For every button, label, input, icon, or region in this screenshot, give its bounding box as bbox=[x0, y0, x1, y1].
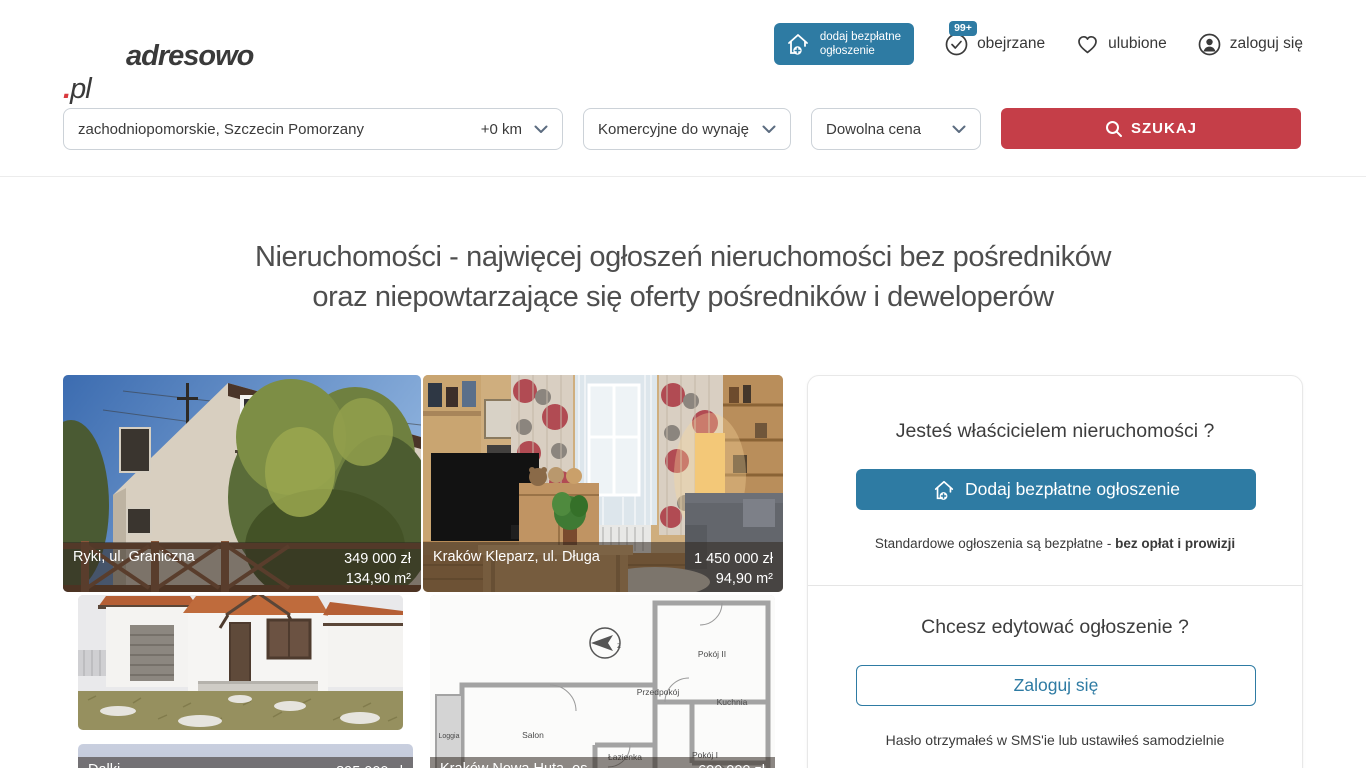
edit-note: Hasło otrzymałeś w SMS'ie lub ustawiłeś … bbox=[856, 732, 1254, 748]
login-button[interactable]: Zaloguj się bbox=[856, 665, 1256, 706]
owner-note-bold: bez opłat i prowizji bbox=[1115, 536, 1235, 551]
add-listing-label-line1: dodaj bezpłatne bbox=[820, 31, 901, 43]
add-free-listing-label: Dodaj bezpłatne ogłoszenie bbox=[965, 479, 1180, 500]
page-title-line1: Nieruchomości - najwięcej ogłoszeń nieru… bbox=[0, 237, 1366, 277]
listing-price: 1 450 000 zł bbox=[694, 551, 773, 567]
house-plus-icon bbox=[932, 478, 956, 502]
house-plus-icon bbox=[785, 31, 811, 57]
price-value: Dowolna cena bbox=[826, 121, 921, 138]
logo-dot: . bbox=[63, 73, 70, 105]
price-select[interactable]: Dowolna cena bbox=[811, 108, 981, 150]
owner-heading: Jesteś właścicielem nieruchomości ? bbox=[856, 420, 1254, 443]
owner-note: Standardowe ogłoszenia są bezpłatne - be… bbox=[856, 536, 1254, 551]
login-button-label: Zaloguj się bbox=[1014, 675, 1099, 696]
logo-text-tld: pl bbox=[70, 73, 91, 105]
listing-price: 895 000 zł bbox=[336, 764, 403, 768]
listing-price: 349 000 zł bbox=[344, 551, 411, 567]
search-button[interactable]: SZUKAJ bbox=[1001, 108, 1301, 149]
add-listing-label-line2: ogłoszenie bbox=[820, 45, 875, 57]
floorplan-room-label: Kuchnia bbox=[717, 697, 748, 707]
floorplan-room-label: Salon bbox=[522, 730, 544, 740]
radius-value: +0 km bbox=[481, 121, 522, 138]
logo-text-main: adresowo bbox=[63, 40, 316, 73]
listing-price: 600 000 zł bbox=[698, 763, 765, 768]
listing-location: Dalki bbox=[88, 762, 120, 768]
listing-caption: Kraków Nowa Huta, os 600 000 zł bbox=[430, 757, 775, 768]
floorplan-room-label: Loggia bbox=[438, 733, 459, 740]
listing-caption: Kraków Kleparz, ul. Długa 1 450 000 zł 9… bbox=[423, 542, 783, 592]
listing-location: Kraków Kleparz, ul. Długa bbox=[433, 549, 600, 585]
chevron-down-icon bbox=[762, 125, 776, 134]
listing-location: Kraków Nowa Huta, os bbox=[440, 761, 587, 768]
add-listing-button[interactable]: dodaj bezpłatne ogłoszenie bbox=[774, 23, 914, 65]
viewed-count-badge: 99+ bbox=[949, 21, 977, 36]
nav-favorites[interactable]: ulubione bbox=[1075, 32, 1167, 57]
owner-panel: Jesteś właścicielem nieruchomości ? Doda… bbox=[807, 375, 1303, 768]
top-nav: dodaj bezpłatne ogłoszenie 99+ obejrzane… bbox=[774, 23, 1303, 65]
chevron-down-icon bbox=[952, 125, 966, 134]
nav-login[interactable]: zaloguj się bbox=[1197, 32, 1303, 57]
nav-favorites-label: ulubione bbox=[1108, 35, 1167, 53]
user-icon bbox=[1197, 32, 1222, 57]
add-listing-label: dodaj bezpłatne ogłoszenie bbox=[820, 30, 901, 58]
listing-area: 134,90 m² bbox=[346, 571, 411, 587]
listing-card-nowa-huta[interactable]: z Pokój II Przedpokój Kuchnia Salon Logg… bbox=[430, 595, 775, 768]
listing-card-ryki[interactable]: Ryki, ul. Graniczna 349 000 zł 134,90 m² bbox=[63, 375, 421, 592]
listing-card-dalki[interactable]: Dalki 895 000 zł bbox=[78, 744, 413, 768]
compass-label: z bbox=[617, 641, 621, 650]
add-free-listing-button[interactable]: Dodaj bezpłatne ogłoszenie bbox=[856, 469, 1256, 510]
edit-heading: Chcesz edytować ogłoszenie ? bbox=[856, 616, 1254, 639]
owner-section: Jesteś właścicielem nieruchomości ? Doda… bbox=[808, 376, 1302, 585]
listing-card-kleparz[interactable]: Kraków Kleparz, ul. Długa 1 450 000 zł 9… bbox=[423, 375, 783, 592]
site-logo[interactable]: adresowo.pl bbox=[63, 0, 316, 106]
listing-card-house[interactable] bbox=[78, 595, 403, 730]
hero-section: Nieruchomości - najwięcej ogłoszeń nieru… bbox=[0, 237, 1366, 317]
nav-viewed-label: obejrzane bbox=[977, 35, 1045, 53]
listing-photo-white-house bbox=[78, 595, 403, 730]
listing-caption: Dalki 895 000 zł bbox=[78, 757, 413, 768]
owner-note-text: Standardowe ogłoszenia są bezpłatne - bbox=[875, 536, 1115, 551]
nav-login-label: zaloguj się bbox=[1230, 35, 1303, 53]
listing-floorplan: z Pokój II Przedpokój Kuchnia Salon Logg… bbox=[430, 595, 775, 768]
edit-section: Chcesz edytować ogłoszenie ? Zaloguj się… bbox=[808, 585, 1302, 768]
heart-icon bbox=[1075, 32, 1100, 57]
location-input[interactable]: zachodniopomorskie, Szczecin Pomorzany +… bbox=[63, 108, 563, 150]
page-title: Nieruchomości - najwięcej ogłoszeń nieru… bbox=[0, 237, 1366, 317]
nav-viewed[interactable]: 99+ obejrzane bbox=[944, 32, 1045, 57]
search-icon bbox=[1105, 120, 1123, 138]
category-value: Komercyjne do wynaję bbox=[598, 121, 749, 138]
floorplan-room-label: Pokój II bbox=[698, 649, 726, 659]
category-select[interactable]: Komercyjne do wynaję bbox=[583, 108, 791, 150]
floorplan-room-label: Przedpokój bbox=[637, 687, 680, 697]
top-bar: adresowo.pl dodaj bezpłatne ogłoszenie 9… bbox=[0, 0, 1366, 88]
listing-caption: Ryki, ul. Graniczna 349 000 zł 134,90 m² bbox=[63, 542, 421, 592]
listing-location: Ryki, ul. Graniczna bbox=[73, 549, 195, 585]
chevron-down-icon bbox=[534, 125, 548, 134]
featured-listings: Ryki, ul. Graniczna 349 000 zł 134,90 m² bbox=[63, 375, 783, 768]
search-button-label: SZUKAJ bbox=[1131, 120, 1197, 137]
listing-area: 94,90 m² bbox=[716, 571, 773, 587]
page-title-line2: oraz niepowtarzające się oferty pośredni… bbox=[0, 277, 1366, 317]
location-value: zachodniopomorskie, Szczecin Pomorzany bbox=[78, 121, 364, 138]
main-content: Ryki, ul. Graniczna 349 000 zł 134,90 m² bbox=[0, 375, 1366, 768]
